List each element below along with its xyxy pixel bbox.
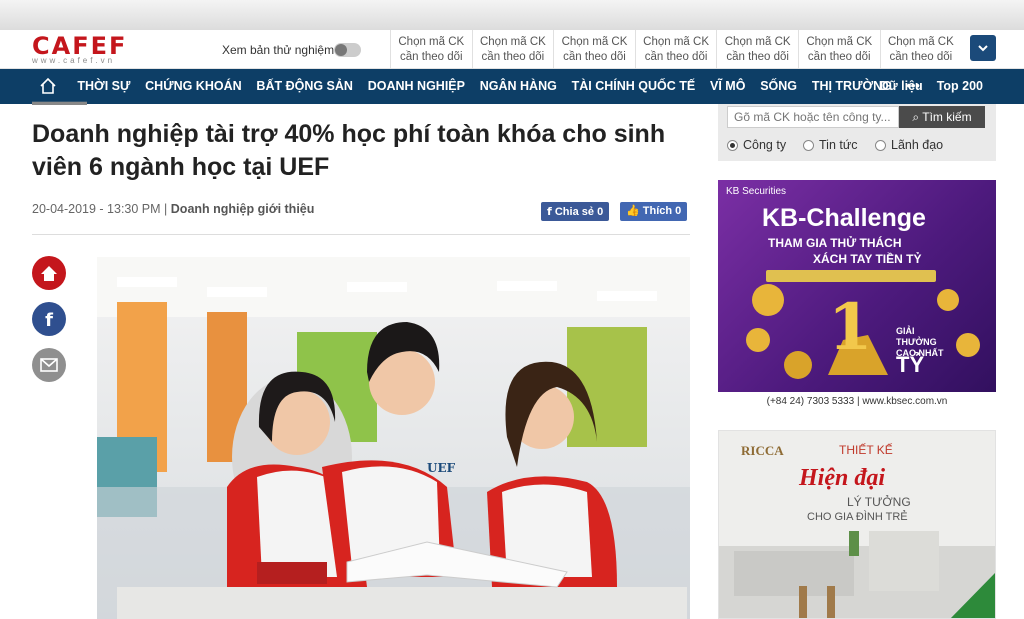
radio-unchecked-icon: [803, 139, 814, 151]
search-button[interactable]: ⌕ Tìm kiếm: [899, 106, 985, 128]
logo-subtext: www.cafef.vn: [32, 56, 116, 65]
svg-text:f: f: [45, 310, 53, 331]
kb-securities-ad[interactable]: KB Securities KB-Challenge THAM GIA THỬ …: [718, 180, 996, 411]
ad-line1: THIẾT KẾ: [839, 443, 893, 457]
search-icon: ⌕: [912, 110, 920, 124]
stock-slot-6[interactable]: Chọn mã CK cần theo dõi: [797, 30, 880, 69]
logo-text: CAFEF: [32, 32, 128, 60]
thumbs-up-icon: 👍: [626, 205, 640, 217]
nav-item-doanh-nghiep[interactable]: DOANH NGHIỆP: [360, 69, 472, 104]
stock-watch-slots: Chọn mã CK cần theo dõi Chọn mã CK cần the…: [390, 30, 961, 69]
ricca-ad[interactable]: RICCA THIẾT KẾ Hiện đại LÝ TƯỞNG CHO GIA…: [718, 430, 996, 619]
article-divider: [32, 234, 690, 235]
article-meta: 20-04-2019 - 13:30 PM | Doanh nghiệp giớ…: [32, 202, 314, 216]
trial-version-toggle[interactable]: [334, 43, 361, 57]
ad-line2: XÁCH TAY TIỀN TỶ: [813, 252, 922, 266]
nav-item-vi-mo[interactable]: VĨ MÔ: [703, 69, 753, 104]
nav-item-du-lieu[interactable]: Dữ liệu: [873, 69, 930, 104]
nav-item-top-200[interactable]: Top 200: [930, 69, 990, 104]
company-search-box: ⌕ Tìm kiếm Công ty Tin tức Lãnh đạo: [718, 104, 996, 161]
trial-version-label: Xem bản thử nghiệm: [222, 43, 335, 57]
article-title: Doanh nghiệp tài trợ 40% học phí toàn kh…: [32, 120, 666, 181]
radio-unchecked-icon: [875, 139, 886, 151]
nav-item-tai-chinh-quoc-te[interactable]: TÀI CHÍNH QUỐC TẾ: [564, 69, 702, 104]
ad-big-number: 1: [828, 290, 873, 365]
ad-line2: Hiện đại: [799, 465, 886, 491]
facebook-like-button[interactable]: 👍 Thích 0: [620, 202, 688, 221]
stock-slot-1[interactable]: Chọn mã CK cần theo dõi: [390, 30, 472, 69]
home-icon[interactable]: [38, 76, 58, 96]
site-header: CAFEF www.cafef.vn Xem bản thử nghiệm Ch…: [0, 30, 1024, 69]
article-date: 20-04-2019 - 13:30 PM: [32, 202, 161, 216]
svg-text:UEF: UEF: [427, 461, 456, 475]
nav-item-ngan-hang[interactable]: NGÂN HÀNG: [472, 69, 564, 104]
stock-slot-2[interactable]: Chọn mã CK cần theo dõi: [471, 30, 554, 69]
radio-lanh-dao[interactable]: Lãnh đạo: [875, 138, 943, 152]
ad-line4: CHO GIA ĐÌNH TRẺ: [807, 511, 908, 523]
nav-item-chung-khoan[interactable]: CHỨNG KHOÁN: [138, 69, 249, 104]
email-share-icon[interactable]: [32, 348, 66, 382]
facebook-share-icon[interactable]: f: [32, 302, 66, 336]
nav-item-bat-dong-san[interactable]: BẤT ĐỘNG SẢN: [249, 69, 360, 104]
nav-items: THỜI SỰ CHỨNG KHOÁN BẤT ĐỘNG SẢN DOANH N…: [70, 69, 927, 104]
radio-cong-ty[interactable]: Công ty: [727, 138, 786, 152]
chevron-down-icon[interactable]: [970, 35, 996, 61]
nav-item-song[interactable]: SỐNG: [753, 69, 805, 104]
ad-line1: THAM GIA THỬ THÁCH: [768, 236, 902, 250]
browser-top-strip: [0, 0, 1024, 30]
stock-slot-5[interactable]: Chọn mã CK cần theo dõi: [716, 30, 798, 69]
main-nav: THỜI SỰ CHỨNG KHOÁN BẤT ĐỘNG SẢN DOANH N…: [0, 69, 1024, 104]
article-category[interactable]: Doanh nghiệp giới thiệu: [171, 202, 315, 216]
radio-checked-icon: [727, 139, 738, 151]
facebook-share-button[interactable]: f Chia sẻ 0: [541, 202, 610, 221]
company-search-input[interactable]: [727, 106, 899, 128]
nav-right-items: Dữ liệu Top 200: [873, 69, 990, 104]
meta-separator: |: [164, 202, 168, 216]
home-share-icon[interactable]: [32, 256, 66, 290]
ad-contact: (+84 24) 7303 5333 | www.kbsec.com.vn: [718, 392, 996, 411]
ad-brand: KB Securities: [726, 186, 787, 197]
cafef-logo[interactable]: CAFEF www.cafef.vn: [32, 34, 182, 66]
facebook-icon: f: [547, 205, 552, 218]
ad-prize-value: TỶ: [896, 352, 925, 377]
stock-slot-7[interactable]: Chọn mã CK cần theo dõi: [879, 30, 962, 69]
ad-brand: RICCA: [741, 443, 784, 458]
article-photo: UEF: [97, 257, 690, 619]
ad-headline: KB-Challenge: [762, 204, 926, 232]
breadcrumb[interactable]: ▬▬▬▬▬: [32, 96, 87, 106]
stock-slot-4[interactable]: Chọn mã CK cần theo dõi: [634, 30, 717, 69]
ad-line3: LÝ TƯỞNG: [847, 495, 911, 509]
stock-slot-3[interactable]: Chọn mã CK cần theo dõi: [553, 30, 635, 69]
radio-tin-tuc[interactable]: Tin tức: [803, 138, 857, 152]
